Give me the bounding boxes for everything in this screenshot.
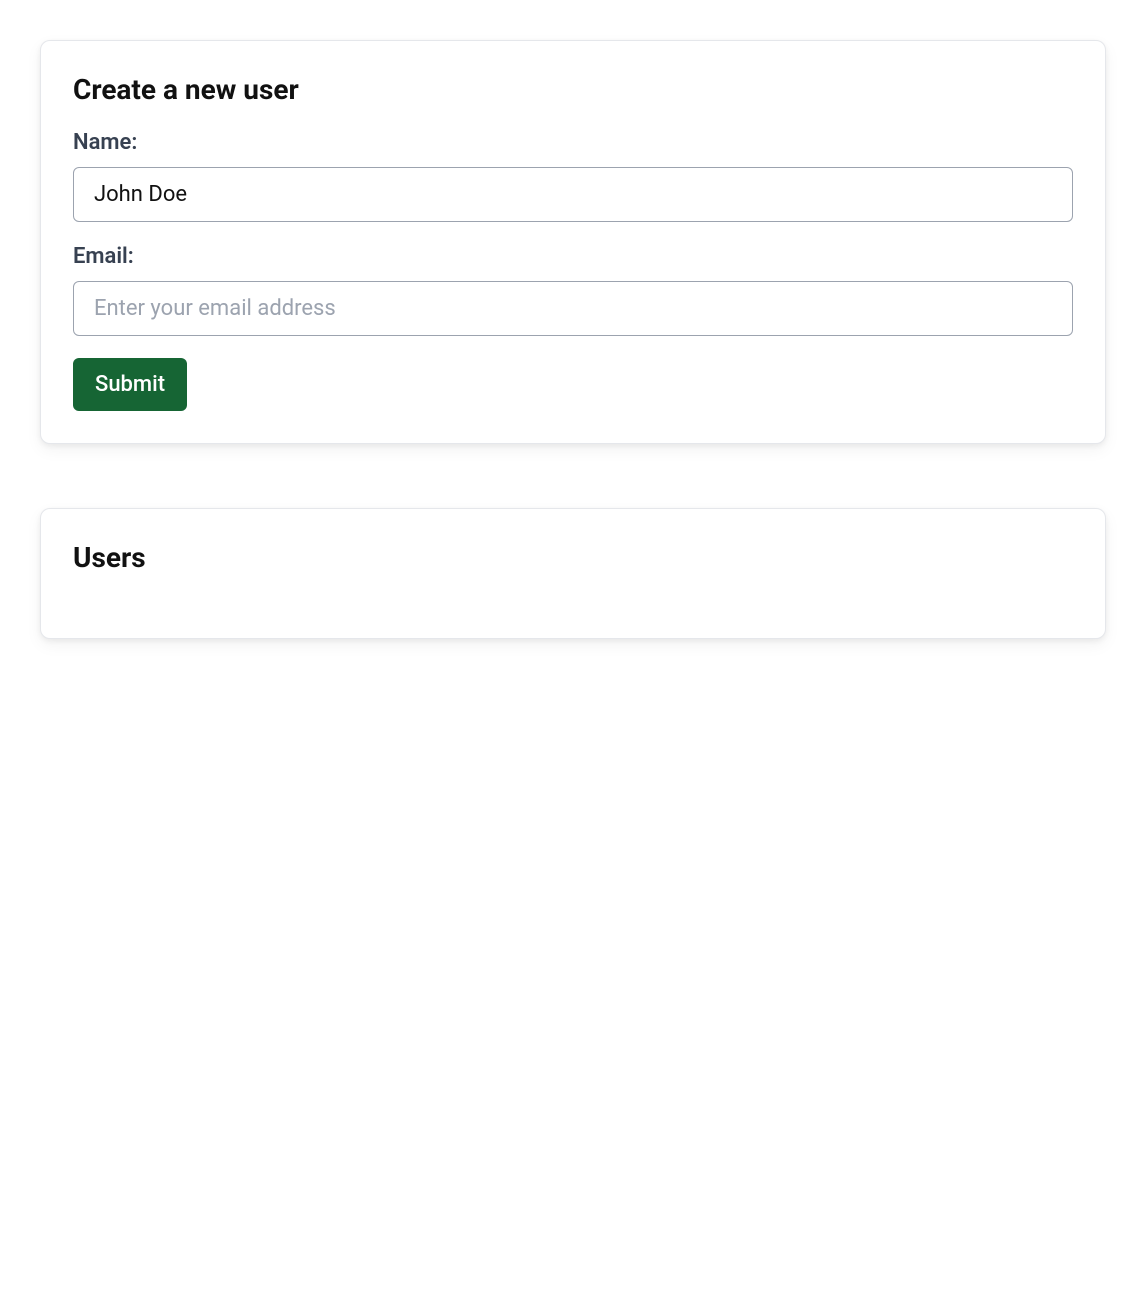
- create-user-title: Create a new user: [73, 73, 1073, 106]
- email-label: Email:: [73, 244, 1073, 269]
- users-title: Users: [73, 541, 1073, 574]
- name-form-group: Name:: [73, 130, 1073, 222]
- name-input[interactable]: [73, 167, 1073, 222]
- users-card: Users: [40, 508, 1106, 639]
- email-input[interactable]: [73, 281, 1073, 336]
- email-form-group: Email:: [73, 244, 1073, 336]
- submit-button[interactable]: Submit: [73, 358, 187, 411]
- create-user-card: Create a new user Name: Email: Submit: [40, 40, 1106, 444]
- name-label: Name:: [73, 130, 1073, 155]
